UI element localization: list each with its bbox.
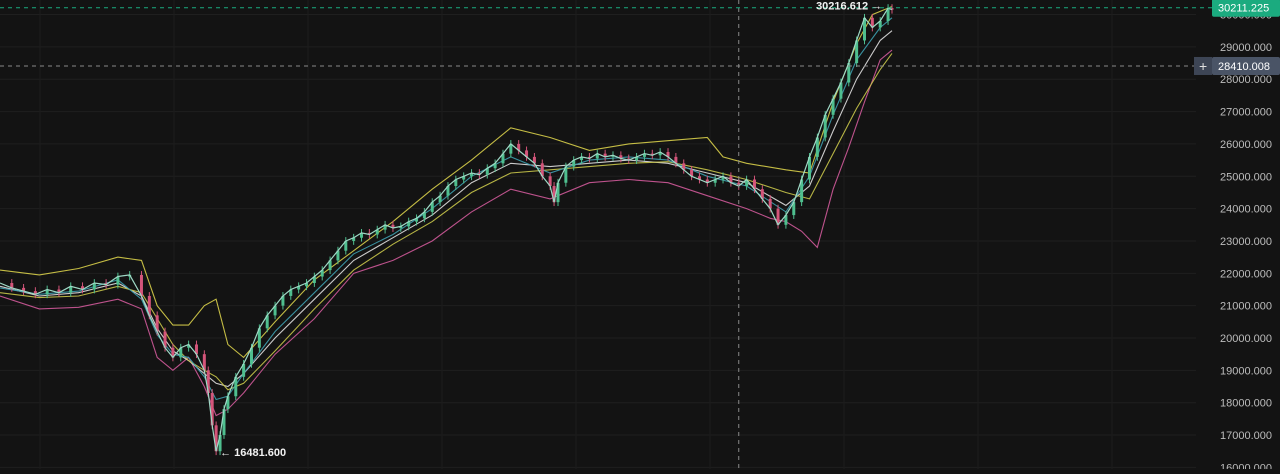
y-tick-label: 21000.000 <box>1220 301 1272 313</box>
overlay-line <box>0 53 893 391</box>
chart-canvas[interactable]: 30216.612 → ← 16481.600 16000.000 17000.00… <box>0 0 1280 474</box>
y-tick-label: 22000.000 <box>1220 268 1272 280</box>
grid <box>0 0 1196 469</box>
extreme-annotation: 30216.612 → <box>816 1 882 13</box>
y-tick-label: 20000.000 <box>1220 333 1272 345</box>
y-tick-label: 23000.000 <box>1220 236 1272 248</box>
marker-layer: 30216.612 → ← 16481.600 <box>0 0 1212 469</box>
plus-icon: + <box>1199 58 1207 74</box>
y-tick-label: 28000.000 <box>1220 74 1272 86</box>
y-tick-label: 25000.000 <box>1220 171 1272 183</box>
y-tick-label: 18000.000 <box>1220 398 1272 410</box>
price-chart[interactable]: 30216.612 → ← 16481.600 16000.000 17000.00… <box>0 0 1280 474</box>
y-tick-label: 19000.000 <box>1220 365 1272 377</box>
overlay-line <box>0 5 893 359</box>
y-tick-label: 17000.000 <box>1220 430 1272 442</box>
series-layer <box>0 4 894 456</box>
price-tag-label: 28410.008 <box>1218 61 1270 73</box>
extreme-annotation: ← 16481.600 <box>220 447 286 459</box>
price-tag-label: 30211.225 <box>1218 3 1269 15</box>
candle-body <box>139 274 143 296</box>
overlay-line <box>0 49 893 417</box>
price-line <box>0 7 893 452</box>
y-tick-label: 26000.000 <box>1220 139 1272 151</box>
y-tick-label: 16000.000 <box>1220 462 1272 469</box>
y-tick-label: 24000.000 <box>1220 204 1272 216</box>
y-tick-label: 27000.000 <box>1220 107 1272 119</box>
y-tick-label: 29000.000 <box>1220 42 1272 54</box>
price-axis[interactable]: 16000.000 17000.000 18000.000 19000.000 2000… <box>1194 0 1280 474</box>
